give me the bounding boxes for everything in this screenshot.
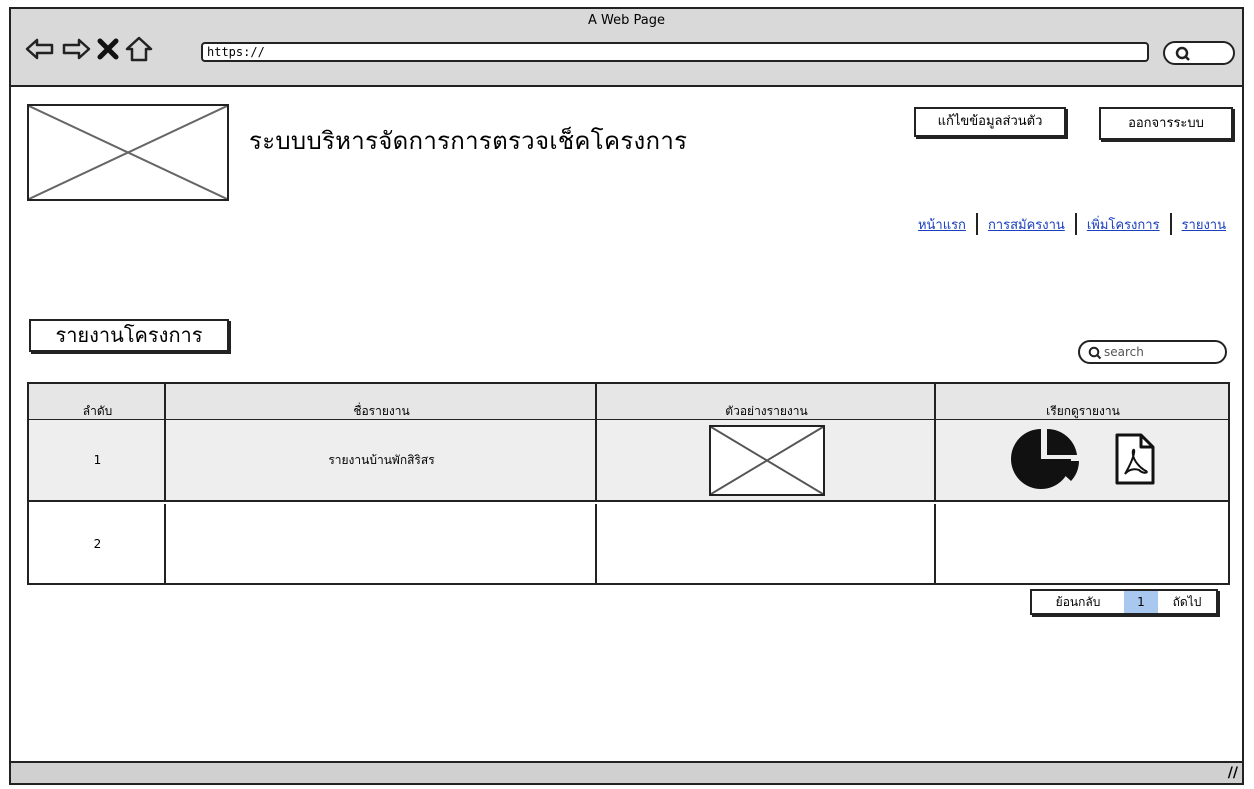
table-header: ลำดับ ชื่อรายงาน ตัวอย่างรายงาน เรียกดูร… [29, 384, 1228, 420]
nav-separator [1074, 213, 1077, 235]
column-divider [595, 420, 597, 500]
row-number: 2 [93, 536, 102, 551]
nav-link-job-application[interactable]: การสมัครงาน [988, 214, 1065, 235]
column-divider [595, 504, 597, 583]
nav-separator [975, 213, 978, 235]
column-header-name: ชื่อรายงาน [353, 404, 410, 418]
top-navigation: หน้าแรก การสมัครงาน เพิ่มโครงการ รายงาน [918, 213, 1226, 235]
report-actions-cell [936, 504, 1230, 583]
column-divider [934, 420, 936, 500]
report-preview-cell [597, 504, 936, 583]
browser-nav [25, 33, 153, 65]
report-name: รายงานบ้านพักสิริสร [328, 452, 435, 467]
search-box[interactable] [1078, 340, 1227, 364]
pdf-icon[interactable] [1113, 433, 1157, 488]
status-bar: // [11, 761, 1242, 783]
pagination: ย้อนกลับ 1 ถัดไป [1030, 589, 1218, 615]
close-icon[interactable] [97, 37, 119, 61]
report-name [166, 504, 597, 583]
nav-separator [1169, 213, 1172, 235]
logo-placeholder [27, 104, 229, 201]
table-row: 2 [29, 504, 1228, 583]
table-row: 1 รายงานบ้านพักสิริสร [29, 420, 1228, 502]
nav-link-add-project[interactable]: เพิ่มโครงการ [1087, 214, 1160, 235]
resize-grip-icon[interactable]: // [1228, 765, 1238, 781]
edit-profile-button[interactable]: แก้ไขข้อมูลส่วนตัว [914, 107, 1066, 137]
column-divider [934, 384, 936, 420]
column-divider [934, 504, 936, 583]
report-actions-cell [936, 420, 1230, 500]
column-divider [595, 384, 597, 420]
browser-toolbar: A Web Page https:// [11, 9, 1242, 87]
column-header-no: ลำดับ [82, 404, 113, 418]
row-number: 1 [93, 453, 102, 467]
column-divider [164, 420, 166, 500]
previous-page-button[interactable]: ย้อนกลับ [1032, 591, 1124, 613]
report-actions [1009, 427, 1157, 494]
section-title: รายงานโครงการ [29, 319, 229, 352]
right-arrow-icon[interactable] [61, 37, 91, 61]
column-header-view: เรียกดูรายงาน [1046, 404, 1120, 418]
report-table: ลำดับ ชื่อรายงาน ตัวอย่างรายงาน เรียกดูร… [27, 382, 1230, 585]
nav-link-home[interactable]: หน้าแรก [918, 214, 966, 235]
pie-chart-icon[interactable] [1009, 427, 1087, 494]
url-input[interactable]: https:// [201, 42, 1149, 62]
report-preview-cell [597, 420, 936, 500]
logout-button[interactable]: ออกจารระบบ [1099, 107, 1233, 140]
page-title: ระบบบริหารจัดการการตรวจเช็คโครงการ [249, 127, 688, 155]
browser-title: A Web Page [588, 13, 665, 28]
report-thumbnail[interactable] [708, 424, 825, 496]
left-arrow-icon[interactable] [25, 37, 55, 61]
column-header-preview: ตัวอย่างรายงาน [725, 404, 808, 418]
next-page-button[interactable]: ถัดไป [1158, 591, 1216, 613]
browser-window: A Web Page https:// ระบบบริหารจัดการการต… [9, 7, 1244, 785]
column-divider [164, 384, 166, 420]
home-icon[interactable] [125, 36, 153, 62]
browser-search-button[interactable] [1163, 41, 1235, 65]
search-input[interactable] [1104, 344, 1216, 360]
nav-link-report[interactable]: รายงาน [1182, 214, 1226, 235]
page-number-button[interactable]: 1 [1124, 591, 1158, 613]
column-divider [164, 504, 166, 583]
